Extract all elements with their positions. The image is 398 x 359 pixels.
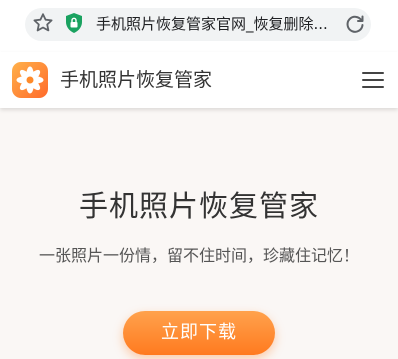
hamburger-menu-icon[interactable] xyxy=(362,70,384,90)
hero-title: 手机照片恢复管家 xyxy=(78,189,319,223)
hero-section: 手机照片恢复管家 一张照片一份情，留不住时间，珍藏住记忆！ 立即下载 xyxy=(0,108,398,359)
url-text[interactable]: 手机照片恢复管家官网_恢复删除... xyxy=(96,12,336,36)
site-title[interactable]: 手机照片恢复管家 xyxy=(60,66,212,94)
site-header: 手机照片恢复管家 xyxy=(0,52,398,108)
shield-lock-icon[interactable] xyxy=(64,12,84,34)
browser-toolbar: 手机照片恢复管家官网_恢复删除... xyxy=(0,0,398,50)
download-button[interactable]: 立即下载 xyxy=(123,311,275,355)
page: 手机照片恢复管家官网_恢复删除... 手机照片恢复管家 手机照片恢复管家 一张照… xyxy=(0,0,398,359)
reload-icon[interactable] xyxy=(343,12,367,36)
star-icon[interactable] xyxy=(31,11,55,35)
hero-subtitle: 一张照片一份情，留不住时间，珍藏住记忆！ xyxy=(38,246,359,265)
flower-logo-icon[interactable] xyxy=(12,62,48,98)
